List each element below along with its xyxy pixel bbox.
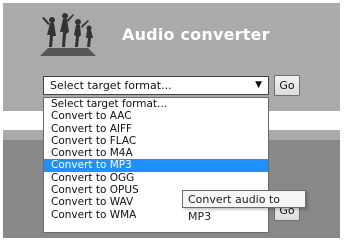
option-convert-aac[interactable]: Convert to AAC (44, 110, 268, 122)
dropdown-arrow-icon[interactable]: ▼ (255, 80, 262, 90)
option-convert-aiff[interactable]: Convert to AIFF (44, 123, 268, 135)
option-convert-ogg[interactable]: Convert to OGG (44, 172, 268, 184)
format-select[interactable]: Select target format... ▼ (43, 76, 269, 95)
app-title: Audio converter (122, 25, 270, 44)
dancing-people-icon (40, 13, 96, 56)
go-button[interactable]: Go (274, 75, 300, 96)
option-convert-mp3[interactable]: Convert to MP3 (44, 159, 268, 172)
tooltip: Convert audio to MP3 (182, 190, 306, 223)
option-convert-wma[interactable]: Convert to WMA (44, 209, 268, 221)
option-convert-m4a[interactable]: Convert to M4A (44, 147, 268, 159)
format-select-value: Select target format... (50, 79, 172, 92)
app-window: Audio converter Select target format... … (0, 0, 346, 245)
format-options-list[interactable]: Select target format... Convert to AAC C… (43, 97, 269, 233)
option-convert-flac[interactable]: Convert to FLAC (44, 135, 268, 147)
option-select-target-format[interactable]: Select target format... (44, 98, 268, 110)
